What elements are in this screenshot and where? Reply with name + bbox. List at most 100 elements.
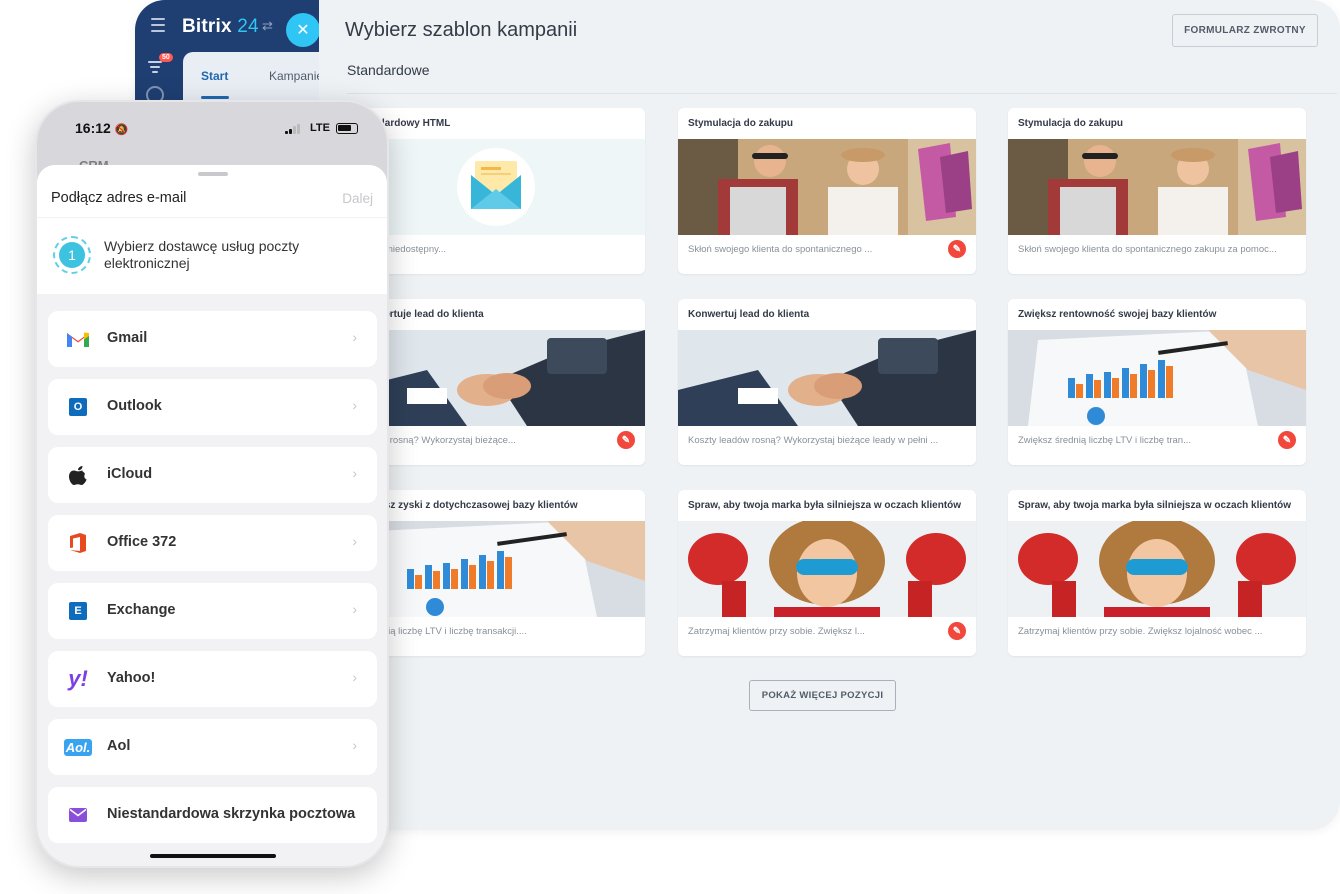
card-description: Zwiększ średnią liczbę LTV i liczbę tran… bbox=[1018, 435, 1191, 446]
status-time-text: 16:12 bbox=[75, 120, 111, 136]
bell-off-icon: 🔕 bbox=[114, 124, 129, 136]
card-title: Zwiększ zyski z dotychczasowej bazy klie… bbox=[357, 500, 578, 511]
brush-icon[interactable]: ✎ bbox=[1278, 431, 1296, 449]
app-logo[interactable]: Bitrix 24 bbox=[182, 16, 259, 38]
status-time: 16:12 🔕 bbox=[75, 120, 128, 136]
sheet-header: Podłącz adres e-mail Dalej bbox=[37, 165, 387, 217]
menu-icon[interactable] bbox=[151, 18, 165, 32]
chevron-right-icon: › bbox=[352, 329, 357, 345]
card-description: będzie niedostępny... bbox=[357, 244, 447, 255]
sheet-title: Podłącz adres e-mail bbox=[51, 190, 187, 206]
screen: Bitrix 24 ⇄ ✕ 50 Start Kampanie Wybierz … bbox=[0, 0, 1340, 894]
feedback-button[interactable]: FORMULARZ ZWROTNY bbox=[1172, 14, 1318, 47]
provider-label: Yahoo! bbox=[107, 670, 156, 686]
battery-icon bbox=[336, 123, 358, 134]
exchange-icon: E bbox=[66, 599, 90, 623]
superhero-kid-photo bbox=[678, 521, 976, 617]
handshake-photo bbox=[678, 330, 976, 426]
provider-exchange[interactable]: E Exchange › bbox=[48, 583, 377, 639]
yahoo-icon: y! bbox=[68, 666, 88, 691]
provider-office[interactable]: Office 372 › bbox=[48, 515, 377, 571]
tab-active-indicator bbox=[201, 96, 229, 99]
show-more-button[interactable]: POKAŻ WIĘCEJ POZYCJI bbox=[749, 680, 896, 711]
template-card[interactable]: Konwertuje lead do klienta leadów rosną?… bbox=[347, 299, 645, 465]
network-label: LTE bbox=[310, 122, 330, 134]
brush-icon[interactable]: ✎ bbox=[948, 622, 966, 640]
tab-start[interactable]: Start bbox=[201, 69, 228, 83]
template-card[interactable]: Stymulacja do zakupu Skłoń swojego klien… bbox=[1008, 108, 1306, 274]
provider-gmail[interactable]: Gmail › bbox=[48, 311, 377, 367]
template-card[interactable]: Stymulacja do zakupu Skłoń swojego klien… bbox=[678, 108, 976, 274]
card-title: Stymulacja do zakupu bbox=[688, 118, 794, 129]
email-envelope-icon bbox=[347, 139, 645, 235]
card-title: Konwertuje lead do klienta bbox=[357, 309, 484, 320]
card-description: Skłoń swojego klienta do spontanicznego … bbox=[688, 244, 873, 255]
signal-icon bbox=[285, 124, 303, 134]
card-description: Zatrzymaj klientów przy sobie. Zwiększ l… bbox=[1018, 626, 1263, 637]
template-card[interactable]: Standardowy HTML będzie niedostępny... bbox=[347, 108, 645, 274]
chevron-right-icon: › bbox=[352, 737, 357, 753]
template-picker: Wybierz szablon kampanii FORMULARZ ZWROT… bbox=[319, 0, 1340, 830]
brush-icon[interactable]: ✎ bbox=[617, 431, 635, 449]
template-card[interactable]: Spraw, aby twoja marka była silniejsza w… bbox=[678, 490, 976, 656]
gmail-icon bbox=[66, 327, 90, 351]
swap-icon[interactable]: ⇄ bbox=[262, 18, 273, 34]
card-title: Konwertuj lead do klienta bbox=[688, 309, 810, 320]
provider-outlook[interactable]: O Outlook › bbox=[48, 379, 377, 435]
shopping-photo bbox=[1008, 139, 1306, 235]
card-description: Koszty leadów rosną? Wykorzystaj bieżące… bbox=[688, 435, 939, 446]
notification-badge: 50 bbox=[159, 53, 173, 62]
card-description: Zatrzymaj klientów przy sobie. Zwiększ l… bbox=[688, 626, 865, 637]
card-title: Zwiększ rentowność swojej bazy klientów bbox=[1018, 309, 1217, 320]
template-card[interactable]: Zwiększ zyski z dotychczasowej bazy klie… bbox=[347, 490, 645, 656]
provider-label: Exchange bbox=[107, 602, 176, 618]
chart-photo bbox=[347, 521, 645, 617]
template-card[interactable]: Zwiększ rentowność swojej bazy klientów bbox=[1008, 299, 1306, 465]
provider-label: iCloud bbox=[107, 466, 153, 482]
handshake-photo bbox=[347, 330, 645, 426]
tab-kampanie[interactable]: Kampanie bbox=[269, 69, 323, 83]
provider-label: Gmail bbox=[107, 330, 148, 346]
aol-icon: Aol. bbox=[63, 738, 93, 756]
chevron-right-icon: › bbox=[352, 397, 357, 413]
provider-label: Niestandardowa skrzynka pocztowa bbox=[107, 806, 356, 822]
provider-yahoo[interactable]: y! Yahoo! › bbox=[48, 651, 377, 707]
template-card[interactable]: Konwertuj lead do klienta Koszty leadów … bbox=[678, 299, 976, 465]
step-number-badge: 1 bbox=[53, 236, 91, 274]
app-number: 24 bbox=[237, 16, 259, 37]
step-number: 1 bbox=[59, 242, 85, 268]
chevron-right-icon: › bbox=[352, 533, 357, 549]
home-indicator[interactable] bbox=[150, 854, 276, 858]
provider-aol[interactable]: Aol. Aol › bbox=[48, 719, 377, 775]
card-description: z średnią liczbę LTV i liczbę transakcji… bbox=[357, 626, 527, 637]
provider-custom[interactable]: Niestandardowa skrzynka pocztowa bbox=[48, 787, 377, 843]
outlook-icon: O bbox=[66, 395, 90, 419]
close-icon[interactable]: ✕ bbox=[286, 13, 320, 47]
card-title: Stymulacja do zakupu bbox=[1018, 118, 1124, 129]
phone-frame: 16:12 🔕 LTE CRM Podłącz adres e-mail Dal… bbox=[35, 100, 389, 868]
app-name: Bitrix bbox=[182, 16, 232, 37]
step-title: Wybierz dostawcę usług poczty elektronic… bbox=[104, 238, 300, 271]
superhero-kid-photo bbox=[1008, 521, 1306, 617]
card-title: Spraw, aby twoja marka była silniejsza w… bbox=[1018, 500, 1292, 511]
step-indicator: 1 Wybierz dostawcę usług poczty elektron… bbox=[37, 218, 387, 345]
chevron-right-icon: › bbox=[352, 465, 357, 481]
template-card[interactable]: Spraw, aby twoja marka była silniejsza w… bbox=[1008, 490, 1306, 656]
provider-label: Office 372 bbox=[107, 534, 177, 550]
chevron-right-icon: › bbox=[352, 601, 357, 617]
card-title: Spraw, aby twoja marka była silniejsza w… bbox=[688, 500, 962, 511]
provider-label: Outlook bbox=[107, 398, 162, 414]
next-button[interactable]: Dalej bbox=[342, 191, 373, 206]
card-description: Skłoń swojego klienta do spontanicznego … bbox=[1018, 244, 1277, 255]
drag-handle[interactable] bbox=[198, 172, 228, 176]
provider-icloud[interactable]: iCloud › bbox=[48, 447, 377, 503]
chart-photo bbox=[1008, 330, 1306, 426]
mailbox-icon bbox=[66, 803, 90, 827]
provider-label: Aol bbox=[107, 738, 131, 754]
page-title: Wybierz szablon kampanii bbox=[345, 19, 578, 41]
brush-icon[interactable]: ✎ bbox=[948, 240, 966, 258]
section-title: Standardowe bbox=[347, 62, 430, 78]
chevron-right-icon: › bbox=[352, 669, 357, 685]
divider bbox=[347, 93, 1337, 94]
card-title: Standardowy HTML bbox=[357, 118, 451, 129]
